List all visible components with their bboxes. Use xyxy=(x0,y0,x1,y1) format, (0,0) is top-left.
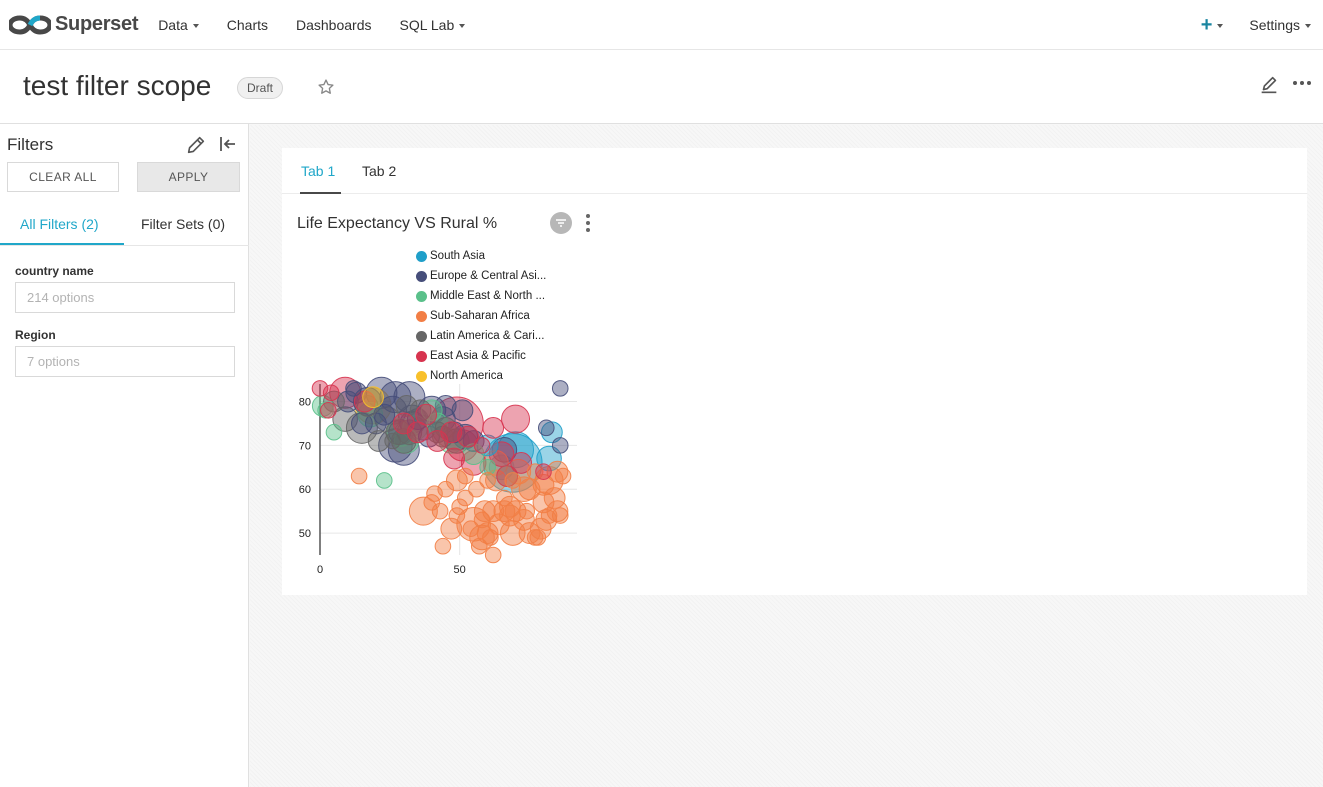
settings-menu[interactable]: Settings xyxy=(1249,17,1311,33)
x-tick-label: 0 xyxy=(317,564,323,576)
filter-tabs: All Filters (2) Filter Sets (0) xyxy=(0,204,249,246)
caret-down-icon xyxy=(1305,24,1311,28)
y-tick-label: 60 xyxy=(299,484,311,496)
draft-status-badge: Draft xyxy=(237,77,284,99)
bubble-point[interactable] xyxy=(431,502,449,520)
region-select[interactable]: 7 options xyxy=(15,346,235,377)
filter-panel-title: Filters xyxy=(7,135,54,154)
bubble-point[interactable] xyxy=(434,537,452,555)
apply-button[interactable]: APPLY xyxy=(137,162,240,192)
top-navbar: Superset Data Charts Dashboards SQL Lab … xyxy=(0,0,1323,50)
caret-down-icon xyxy=(1217,24,1224,28)
nav-item-label: Dashboards xyxy=(296,16,372,33)
bubble-point[interactable] xyxy=(325,423,343,441)
new-menu-button[interactable]: + xyxy=(1201,14,1224,37)
superset-logo[interactable]: Superset xyxy=(9,13,138,36)
bubble-point[interactable] xyxy=(406,421,429,444)
bubble-point[interactable] xyxy=(345,380,362,397)
bubble-point[interactable] xyxy=(375,472,393,489)
nav-item-label: Data xyxy=(158,16,188,33)
bubble-point[interactable] xyxy=(501,404,531,434)
bubble-point[interactable] xyxy=(473,437,491,454)
nav-item-sql-lab[interactable]: SQL Lab xyxy=(400,17,466,33)
dashboard-title[interactable]: test filter scope xyxy=(23,70,211,102)
filter-panel: Filters CLEAR ALL APPLY All Filters (2) … xyxy=(0,124,249,787)
country-name-select[interactable]: 214 options xyxy=(15,282,235,313)
nav-item-label: SQL Lab xyxy=(399,16,455,33)
bubble-point[interactable] xyxy=(554,467,572,485)
caret-down-icon xyxy=(192,23,199,28)
bubble-point[interactable] xyxy=(479,472,496,489)
bubble-point[interactable] xyxy=(322,384,340,402)
dashboard-tab-container: Tab 1 Tab 2 Life Expectancy VS Rural % S… xyxy=(282,148,1307,595)
collapse-panel-icon[interactable] xyxy=(218,134,238,159)
more-horizontal-icon[interactable] xyxy=(1293,81,1311,85)
nav-item-charts[interactable]: Charts xyxy=(227,17,268,33)
bubble-point[interactable] xyxy=(470,537,488,555)
bubble-point[interactable] xyxy=(384,432,401,450)
bubble-point[interactable] xyxy=(540,507,558,524)
x-tick-label: 50 xyxy=(454,564,466,576)
bubble-point[interactable] xyxy=(456,489,474,507)
dashboard-header: test filter scope Draft xyxy=(0,50,1323,124)
star-icon[interactable] xyxy=(317,78,335,101)
bubble-point[interactable] xyxy=(518,502,536,520)
bubble-point[interactable] xyxy=(451,399,474,422)
y-tick-label: 50 xyxy=(299,528,311,540)
bubble-point[interactable] xyxy=(499,504,521,527)
nav-item-data[interactable]: Data xyxy=(158,17,199,33)
nav-item-label: Charts xyxy=(226,16,268,33)
nav-item-dashboards[interactable]: Dashboards xyxy=(296,17,372,33)
bubble-point[interactable] xyxy=(526,529,544,546)
pencil-icon[interactable] xyxy=(1258,74,1280,101)
bubble-point[interactable] xyxy=(551,437,569,454)
bubble-point[interactable] xyxy=(484,546,502,564)
bubble-point[interactable] xyxy=(320,402,337,419)
caret-down-icon xyxy=(459,23,466,28)
bubble-point[interactable] xyxy=(535,463,552,480)
tab-all-filters[interactable]: All Filters (2) xyxy=(20,216,99,232)
bubble-point[interactable] xyxy=(462,520,480,537)
y-tick-label: 80 xyxy=(299,397,311,409)
bubble-point[interactable] xyxy=(456,467,474,485)
bubble-point[interactable] xyxy=(362,386,384,409)
bubble-point[interactable] xyxy=(496,489,513,507)
filter-label-country-name: country name xyxy=(15,264,94,278)
bubble-chart: 50 60 70 80 0 50 xyxy=(299,376,577,576)
bubble-point[interactable] xyxy=(350,467,368,485)
bubble-point[interactable] xyxy=(443,447,465,470)
edit-filters-pencil-icon[interactable] xyxy=(185,134,207,161)
tab-filter-sets[interactable]: Filter Sets (0) xyxy=(141,216,225,232)
superset-logo-icon xyxy=(9,14,51,35)
active-tab-indicator xyxy=(0,243,124,245)
brand-name: Superset xyxy=(55,13,139,35)
bubble-point[interactable] xyxy=(482,416,505,439)
bubble-point[interactable] xyxy=(551,380,569,397)
bubble-point[interactable] xyxy=(504,472,522,489)
y-tick-label: 70 xyxy=(299,440,311,452)
plus-icon: + xyxy=(1200,13,1213,36)
clear-all-button[interactable]: CLEAR ALL xyxy=(7,162,119,192)
settings-label: Settings xyxy=(1249,17,1300,33)
bubble-point[interactable] xyxy=(426,430,449,452)
bubble-point[interactable] xyxy=(537,419,555,437)
filter-label-region: Region xyxy=(15,328,56,342)
